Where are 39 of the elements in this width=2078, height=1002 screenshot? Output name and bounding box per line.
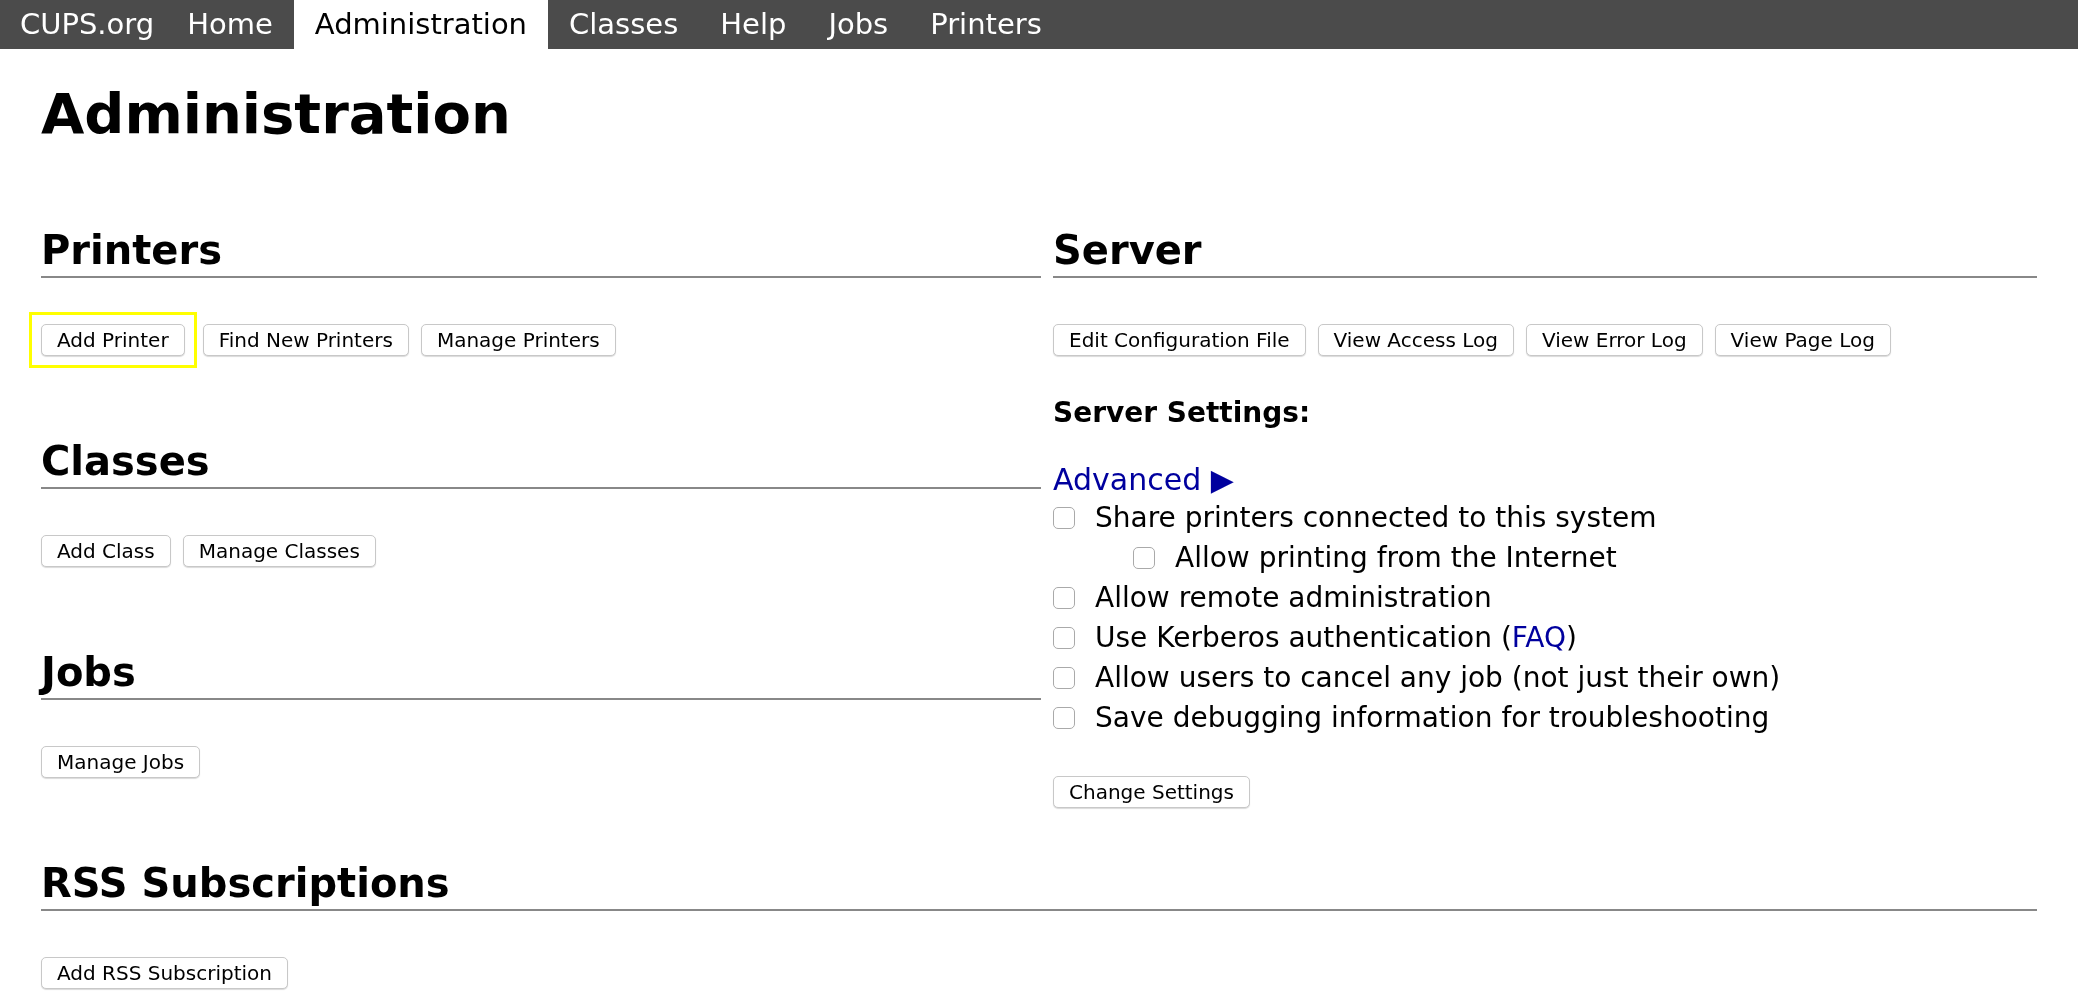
nav-tab[interactable]: Jobs (807, 0, 910, 49)
button[interactable]: Manage Classes (182, 535, 376, 567)
button[interactable]: Manage Printers (420, 324, 616, 356)
checkbox[interactable] (1053, 667, 1075, 689)
nav-tab[interactable]: Help (699, 0, 808, 49)
button[interactable]: Manage Jobs (41, 746, 201, 778)
section-heading: RSS Subscriptions (41, 859, 451, 907)
button[interactable]: Add Class (41, 535, 171, 567)
checkbox[interactable] (1133, 547, 1155, 569)
checkbox-label: Share printers connected to this system (1095, 500, 1657, 536)
brand-link[interactable]: CUPS.org (8, 0, 167, 49)
checkbox[interactable] (1053, 587, 1075, 609)
checkbox-label: Use Kerberos authentication (FAQ) (1095, 620, 1577, 656)
button[interactable]: Edit Configuration File (1053, 324, 1306, 356)
button[interactable]: Find New Printers (202, 324, 409, 356)
nav-tab[interactable]: Classes (548, 0, 700, 49)
section-heading: Printers (41, 226, 223, 274)
button[interactable]: Add Printer (41, 324, 185, 356)
page-title: Administration (41, 82, 512, 146)
section-heading: Classes (41, 437, 211, 485)
button[interactable]: View Access Log (1317, 324, 1514, 356)
button[interactable]: Add RSS Subscription (41, 957, 288, 989)
section-heading: Server (1053, 226, 1203, 274)
settings-title: Server Settings: (1053, 395, 1312, 431)
advanced-link[interactable]: Advanced ▶ (1053, 462, 1234, 498)
nav-tab[interactable]: Home (166, 0, 294, 49)
button[interactable]: View Page Log (1714, 324, 1891, 356)
checkbox-label: Save debugging information for troubleshooting (1095, 700, 1770, 736)
checkbox[interactable] (1053, 507, 1075, 529)
faq-link[interactable]: FAQ (1511, 621, 1567, 654)
checkbox[interactable] (1053, 627, 1075, 649)
checkbox[interactable] (1053, 707, 1075, 729)
nav-tab[interactable]: Administration (293, 0, 548, 49)
nav-tab[interactable]: Printers (909, 0, 1063, 49)
checkbox-label: Allow users to cancel any job (not just their own) (1095, 660, 1781, 696)
button[interactable]: Change Settings (1053, 776, 1250, 808)
checkbox-label: Allow remote administration (1095, 580, 1492, 616)
button[interactable]: View Error Log (1525, 324, 1703, 356)
checkbox-label: Allow printing from the Internet (1175, 540, 1617, 576)
